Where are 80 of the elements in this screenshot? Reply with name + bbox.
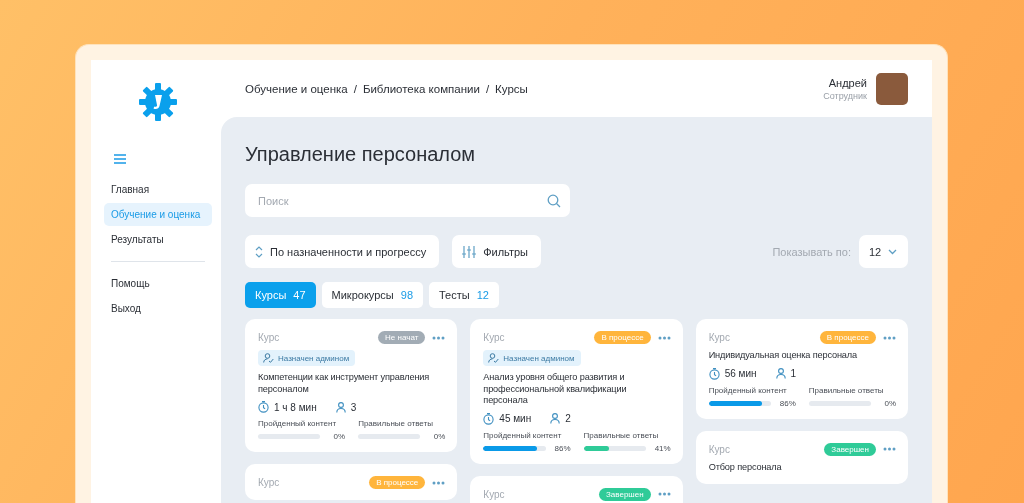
person-icon xyxy=(775,368,786,379)
course-title: Анализ уровня общего развития и профессиональной квалификации персонала xyxy=(483,372,628,407)
status-badge: В процессе xyxy=(594,331,651,344)
course-type: Курс xyxy=(258,477,281,488)
status-badge: Завершен xyxy=(824,442,876,456)
more-icon[interactable] xyxy=(432,480,446,485)
status-badge: В процессе xyxy=(369,476,426,489)
filter-button[interactable]: Фильтры xyxy=(452,235,541,268)
metric-value: 86% xyxy=(553,443,571,453)
assigned-label: Назначен админом xyxy=(503,353,575,363)
search-field[interactable]: Поиск xyxy=(245,184,570,217)
user-check-icon xyxy=(263,353,274,363)
sidebar-item[interactable]: Выход xyxy=(104,297,212,320)
metric-label: Правильные ответы xyxy=(583,430,660,440)
metric-label: Пройденный контент xyxy=(483,430,563,440)
page-size-label: Показывать по: xyxy=(772,245,851,258)
person-icon xyxy=(550,413,561,424)
status-badge: Завершен xyxy=(599,487,651,501)
course-type: Курс xyxy=(708,332,731,343)
tab[interactable]: Тесты 12 xyxy=(429,282,499,308)
more-icon[interactable] xyxy=(657,492,671,496)
search-icon xyxy=(547,194,561,208)
stopwatch-icon xyxy=(258,401,269,413)
stopwatch-icon xyxy=(708,367,720,380)
course-type: Курс xyxy=(708,443,731,455)
chevron-down-icon xyxy=(888,248,897,255)
more-icon[interactable] xyxy=(883,335,896,340)
course-duration: 45 мин xyxy=(499,413,532,424)
sort-button[interactable]: По назначенности и прогрессу xyxy=(245,235,440,268)
metric-value: 0% xyxy=(432,432,446,441)
status-badge: Не начат xyxy=(378,331,426,344)
user-name: Андрей xyxy=(828,76,867,89)
avatar-photo-placeholder[interactable] xyxy=(876,72,908,105)
gear-logo-icon xyxy=(138,82,178,122)
more-icon[interactable] xyxy=(657,335,671,340)
breadcrumb-separator: / xyxy=(353,82,357,95)
more-icon[interactable] xyxy=(432,335,446,340)
breadcrumb-link[interactable]: Библиотека компании xyxy=(362,82,480,95)
sliders-icon xyxy=(462,244,477,259)
participant-count: 1 xyxy=(790,368,797,379)
menu-icon[interactable] xyxy=(114,154,126,164)
course-card[interactable]: Курс В процессе Назначен админом Анализ уровня общего развития и профессиональной квалификации персонала 45 мин 2 Пройденный контент 86% Правильные ответы 41% xyxy=(470,319,683,464)
course-title: Отбор персонала xyxy=(708,461,783,473)
course-type: Курс xyxy=(483,332,506,343)
sidebar-item[interactable]: Результаты xyxy=(104,228,212,251)
course-type: Курс xyxy=(483,488,506,500)
page-title: Управление персоналом xyxy=(245,143,477,166)
course-title: Индивидуальная оценка персонала xyxy=(708,350,858,362)
breadcrumb-link[interactable]: Обучение и оценка xyxy=(245,82,348,95)
course-card[interactable]: Курс В процессе Индивидуальная оценка персонала 56 мин 1 Пройденный контент 86% Правильные ответы 0% xyxy=(695,319,908,419)
more-icon[interactable] xyxy=(883,447,896,451)
assigned-label: Назначен админом xyxy=(278,353,350,363)
metric-label: Правильные ответы xyxy=(358,419,434,428)
tab[interactable]: Микрокурсы 98 xyxy=(321,282,423,308)
metric-value: 0% xyxy=(332,432,346,441)
metric-label: Правильные ответы xyxy=(808,385,885,395)
stopwatch-icon xyxy=(483,412,495,425)
sidebar-item[interactable]: Главная xyxy=(104,178,212,201)
page-size-select[interactable]: 12 xyxy=(859,235,908,268)
sidebar-item[interactable]: Помощь xyxy=(104,272,212,295)
metric-value: 0% xyxy=(883,398,896,408)
course-title: Компетенции как инструмент управления персоналом xyxy=(258,372,431,395)
participant-count: 2 xyxy=(565,413,571,424)
status-badge: В процессе xyxy=(819,331,876,344)
breadcrumb-link[interactable]: Курсы xyxy=(495,82,528,95)
sort-icon xyxy=(255,244,263,259)
course-type: Курс xyxy=(258,332,281,343)
course-duration: 56 мин xyxy=(724,368,757,379)
metric-value: 86% xyxy=(778,398,796,408)
breadcrumb-separator: / xyxy=(485,82,490,95)
user-role: Сотрудник xyxy=(823,90,867,101)
course-card[interactable]: Курс Не начат Назначен админом Компетенции как инструмент управления персоналом 1 ч 8 мин 3 Пройденный контент 0% Правильные ответы 0% xyxy=(245,319,458,452)
course-card[interactable]: Курс Завершен Отбор персонала xyxy=(695,430,908,484)
participant-count: 3 xyxy=(350,401,357,413)
course-duration: 1 ч 8 мин xyxy=(274,401,317,413)
person-icon xyxy=(335,401,346,413)
metric-label: Пройденный контент xyxy=(708,385,788,395)
metric-label: Пройденный контент xyxy=(258,419,338,428)
metric-value: 41% xyxy=(653,443,671,453)
user-check-icon xyxy=(488,353,500,363)
